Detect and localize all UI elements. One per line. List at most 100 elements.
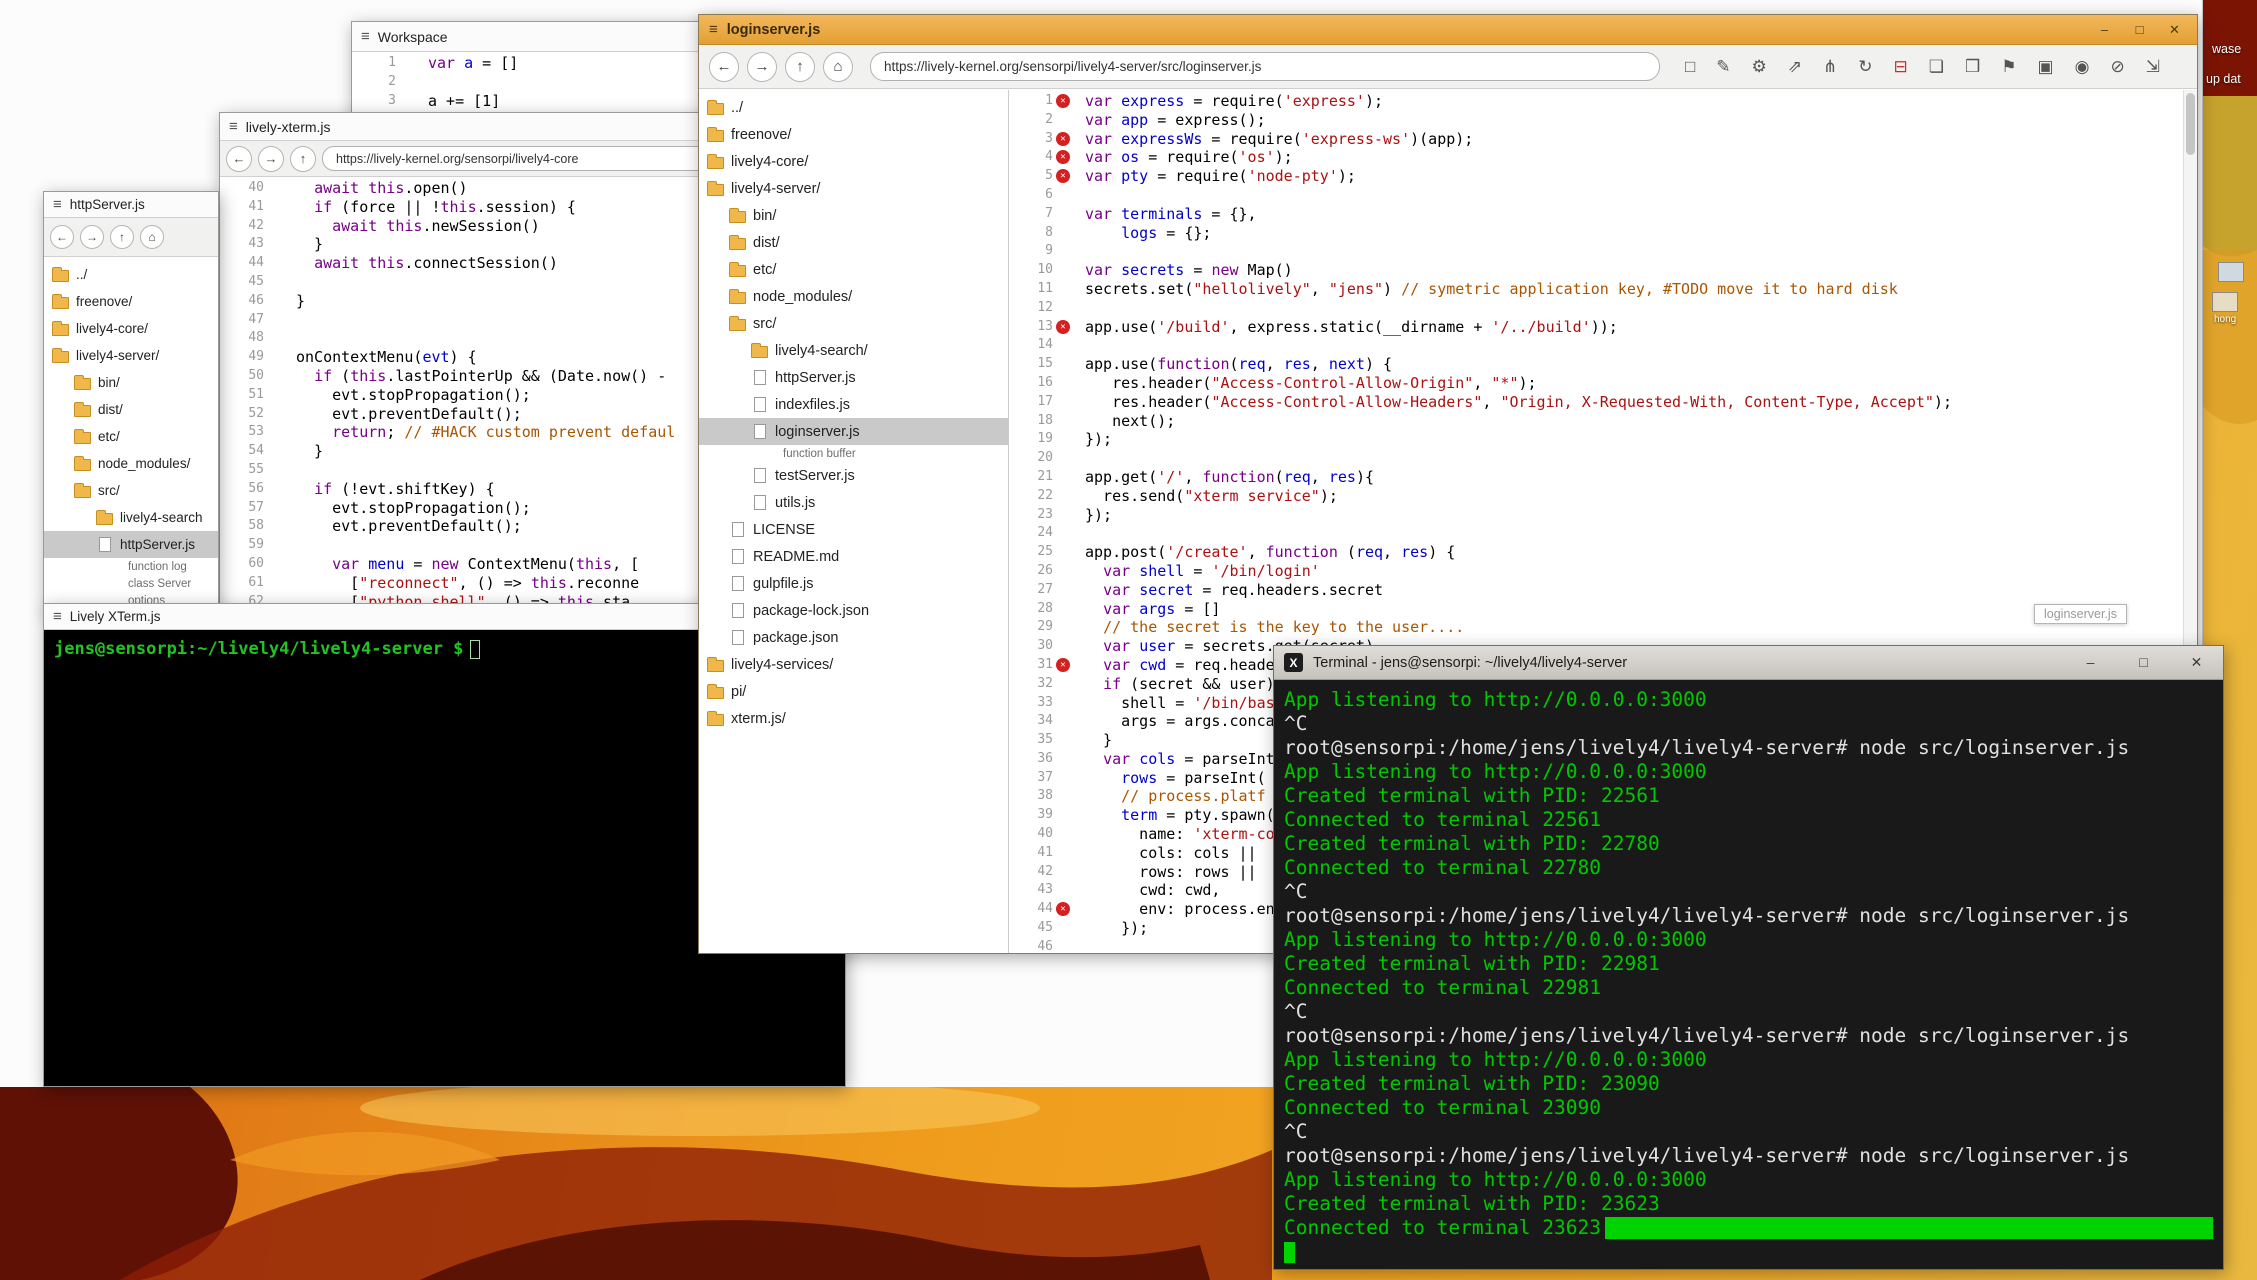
loginserver-titlebar[interactable]: ≡ loginserver.js –□✕ [699, 15, 2197, 45]
tree-item-etc[interactable]: etc/ [44, 423, 218, 450]
desktop-icon-label[interactable]: up dat [2206, 72, 2241, 86]
tree-item-pi[interactable]: pi/ [699, 678, 1008, 705]
menu-icon[interactable]: ≡ [53, 196, 62, 213]
desktop-icon-label[interactable]: wase [2212, 42, 2241, 56]
line-number: 15 [1009, 355, 1053, 374]
terminal-titlebar[interactable]: X Terminal - jens@sensorpi: ~/lively4/li… [1274, 646, 2223, 680]
forward-button[interactable]: → [747, 52, 777, 82]
module-box-icon[interactable]: □ [1685, 57, 1695, 77]
new-file-icon[interactable]: ❏ [1929, 57, 1944, 77]
maximize-button[interactable]: □ [2131, 22, 2148, 38]
httpserver-titlebar[interactable]: ≡ httpServer.js [44, 192, 218, 218]
tree-item-lively4-services[interactable]: lively4-services/ [699, 651, 1008, 678]
tree-item-lively4-core[interactable]: lively4-core/ [44, 315, 218, 342]
maximize-button[interactable]: □ [2135, 654, 2152, 671]
close-button[interactable]: ✕ [2188, 654, 2205, 671]
back-button[interactable]: ← [226, 146, 252, 172]
back-button[interactable]: ← [709, 52, 739, 82]
menu-icon[interactable]: ≡ [229, 118, 238, 135]
tree-item-lively4-search[interactable]: lively4-search/ [699, 337, 1008, 364]
tree-item-httpserver-js[interactable]: httpServer.js [699, 364, 1008, 391]
tree-item-[interactable]: ../ [699, 94, 1008, 121]
tree-item-indexfiles-js[interactable]: indexfiles.js [699, 391, 1008, 418]
gear-icon[interactable]: ⚙ [1752, 57, 1767, 77]
tree-item-label: freenove/ [731, 127, 791, 143]
tree-subentry[interactable]: function buffer [699, 445, 1008, 462]
desktop-icon[interactable] [2212, 292, 2238, 312]
save-icon[interactable]: ▣ [2038, 57, 2054, 77]
nav-buttons: ←→↑⌂ [50, 225, 164, 249]
tree-item-package-json[interactable]: package.json [699, 624, 1008, 651]
tree-item-httpserver-js[interactable]: httpServer.js [44, 531, 218, 558]
tree-item-etc[interactable]: etc/ [699, 256, 1008, 283]
tree-item-xterm-js[interactable]: xterm.js/ [699, 705, 1008, 732]
fullscreen-icon[interactable]: ⇲ [2146, 57, 2160, 77]
trash-icon[interactable]: ⊟ [1894, 57, 1908, 77]
url-input[interactable] [870, 52, 1660, 81]
menu-icon[interactable]: ≡ [53, 608, 62, 625]
brush-icon[interactable]: ✎ [1716, 57, 1730, 77]
tree-subentry[interactable]: function log [44, 558, 218, 575]
home-button[interactable]: ⌂ [140, 225, 164, 249]
code-editor[interactable]: 40 await this.open()41 if (force || !thi… [220, 177, 718, 613]
tree-item-bin[interactable]: bin/ [699, 202, 1008, 229]
url-input[interactable] [322, 146, 712, 171]
tree-item-[interactable]: ../ [44, 261, 218, 288]
tree-item-dist[interactable]: dist/ [44, 396, 218, 423]
minimize-button[interactable]: – [2082, 654, 2099, 671]
cancel-icon[interactable]: ⊘ [2110, 57, 2124, 77]
file-icon [732, 576, 744, 591]
close-button[interactable]: ✕ [2166, 22, 2183, 38]
tree-item-node-modules[interactable]: node_modules/ [44, 450, 218, 477]
forward-button[interactable]: → [80, 225, 104, 249]
tree-item-src[interactable]: src/ [699, 310, 1008, 337]
tree-item-src[interactable]: src/ [44, 477, 218, 504]
folder-icon [74, 432, 91, 444]
tree-item-node-modules[interactable]: node_modules/ [699, 283, 1008, 310]
lively-xterm-titlebar[interactable]: ≡ lively-xterm.js [220, 113, 718, 141]
folder-icon[interactable]: ❒ [1965, 57, 1980, 77]
code-line: 27 var secret = req.headers.secret [1009, 581, 2197, 600]
tree-item-lively4-server[interactable]: lively4-server/ [699, 175, 1008, 202]
tree-item-license[interactable]: LICENSE [699, 516, 1008, 543]
gutter-spacer [396, 54, 416, 73]
line-number: 41 [220, 198, 264, 217]
tree-item-gulpfile-js[interactable]: gulpfile.js [699, 570, 1008, 597]
open-external-icon[interactable]: ⇗ [1788, 57, 1802, 77]
tree-item-bin[interactable]: bin/ [44, 369, 218, 396]
minimize-button[interactable]: – [2096, 22, 2113, 38]
up-button[interactable]: ↑ [785, 52, 815, 82]
tree-item-lively4-core[interactable]: lively4-core/ [699, 148, 1008, 175]
code-line: 28 var args = [] [1009, 600, 2197, 619]
desktop-icon-label[interactable]: hong [2214, 314, 2236, 325]
scrollbar-thumb[interactable] [2186, 93, 2195, 155]
tree-item-utils-js[interactable]: utils.js [699, 489, 1008, 516]
tree-item-lively4-server[interactable]: lively4-server/ [44, 342, 218, 369]
up-button[interactable]: ↑ [290, 146, 316, 172]
tree-item-dist[interactable]: dist/ [699, 229, 1008, 256]
flag-icon[interactable]: ⚑ [2001, 57, 2016, 77]
forward-button[interactable]: → [258, 146, 284, 172]
up-button[interactable]: ↑ [110, 225, 134, 249]
menu-icon[interactable]: ≡ [709, 21, 718, 38]
tree-item-lively4-search[interactable]: lively4-search [44, 504, 218, 531]
tree-item-readme-md[interactable]: README.md [699, 543, 1008, 570]
tree-item-loginserver-js[interactable]: loginserver.js [699, 418, 1008, 445]
tree-item-package-lock-json[interactable]: package-lock.json [699, 597, 1008, 624]
tree-item-freenove[interactable]: freenove/ [699, 121, 1008, 148]
tree-item-testserver-js[interactable]: testServer.js [699, 462, 1008, 489]
graph-icon[interactable]: ⋔ [1823, 57, 1837, 77]
menu-icon[interactable]: ≡ [361, 28, 370, 45]
tree-subentry[interactable]: class Server [44, 575, 218, 592]
terminal-output[interactable]: App listening to http://0.0.0.0:3000^Cro… [1274, 680, 2223, 1269]
eye-icon[interactable]: ◉ [2075, 57, 2090, 77]
code-line: 12 [1009, 299, 2197, 318]
tree-item-freenove[interactable]: freenove/ [44, 288, 218, 315]
sync-icon[interactable]: ↻ [1858, 57, 1872, 77]
back-button[interactable]: ← [50, 225, 74, 249]
terminal-line: root@sensorpi:/home/jens/lively4/lively4… [1284, 1024, 2213, 1048]
desktop-icon[interactable] [2218, 262, 2244, 282]
home-button[interactable]: ⌂ [823, 52, 853, 82]
line-number: 25 [1009, 543, 1053, 562]
terminal-line: App listening to http://0.0.0.0:3000 [1284, 1048, 2213, 1072]
